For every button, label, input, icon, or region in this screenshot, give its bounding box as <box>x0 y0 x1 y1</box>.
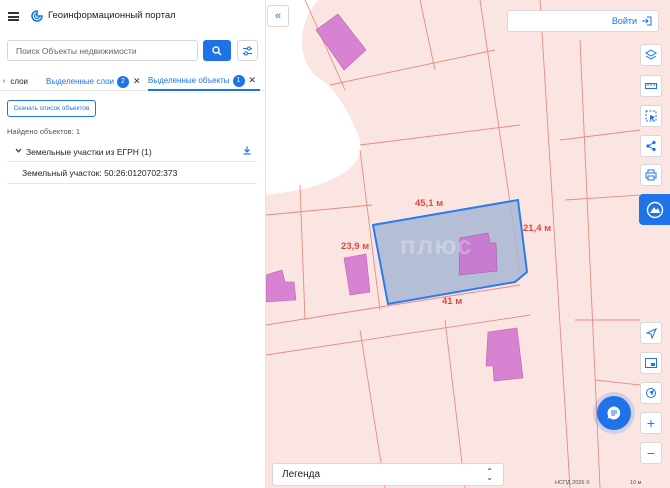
top-bar: Геоинформационный портал <box>0 0 266 34</box>
legend-bar[interactable]: Легенда ⌃ ⌄ <box>272 463 504 486</box>
select-area-button[interactable] <box>640 105 662 127</box>
zoom-in-icon: + <box>646 415 656 431</box>
map-copyright: НСПД 2026 © <box>555 480 590 486</box>
tab-label: Выделенные объекты <box>148 76 230 85</box>
found-count: Найдено объектов: 1 <box>7 127 81 136</box>
divider <box>7 183 257 184</box>
group-label: Земельные участки из ЕГРН (1) <box>26 147 152 157</box>
search-icon <box>212 45 222 56</box>
result-item[interactable]: Земельный участок: 50:26:0120702:373 <box>22 168 177 178</box>
chevron-down-icon[interactable] <box>15 147 22 154</box>
dimension-label-right: 21,4 м <box>523 223 552 234</box>
locate-icon <box>645 327 657 339</box>
tab-label: Выделенные слои <box>46 77 114 86</box>
tab-selected-layers[interactable]: Выделенные слои 2 ✕ <box>46 72 141 91</box>
search-input[interactable] <box>8 41 197 61</box>
filter-button[interactable] <box>237 40 258 61</box>
zoom-out-button[interactable]: − <box>640 442 662 464</box>
tab-layers[interactable]: ‹ слои <box>3 72 28 91</box>
chat-button[interactable] <box>597 396 631 430</box>
minimap-button[interactable] <box>640 352 662 374</box>
tab-badge: 2 <box>117 75 129 88</box>
login-icon <box>642 16 652 26</box>
close-icon[interactable]: ✕ <box>249 75 257 86</box>
print-button[interactable] <box>640 164 662 186</box>
share-icon <box>646 140 656 152</box>
hamburger-icon[interactable] <box>8 12 19 21</box>
dimension-label-bottom: 41 м <box>442 296 463 307</box>
ruler-icon <box>645 83 657 89</box>
expand-collapse-icon[interactable]: ⌃ ⌄ <box>486 468 493 482</box>
download-list-button[interactable]: Скачать список объектов <box>7 100 96 117</box>
tab-label: слои <box>10 77 29 86</box>
tab-badge: 1 <box>232 74 245 87</box>
zoom-out-icon: − <box>646 445 656 461</box>
search-button[interactable] <box>203 40 231 61</box>
measure-button[interactable] <box>640 75 662 97</box>
share-button[interactable] <box>640 135 662 157</box>
dimension-label-top: 45,1 м <box>415 198 444 209</box>
sliders-icon <box>243 46 252 55</box>
login-button[interactable]: Войти <box>507 10 659 32</box>
print-icon <box>645 169 657 181</box>
building-shape <box>485 327 524 382</box>
tab-bar: ‹ слои Выделенные слои 2 ✕ Выделенные об… <box>0 72 266 91</box>
download-icon[interactable] <box>243 146 251 155</box>
layers-icon <box>645 49 657 60</box>
chat-icon <box>607 406 621 420</box>
left-panel: Геоинформационный портал ‹ слои Выделенн… <box>0 0 266 488</box>
layers-button[interactable] <box>640 44 662 66</box>
collapse-panel-button[interactable]: « <box>267 5 289 27</box>
tab-selected-objects[interactable]: Выделенные объекты 1 ✕ <box>148 72 261 91</box>
close-icon[interactable]: ✕ <box>133 76 141 87</box>
geolocation-icon <box>646 388 656 398</box>
zoom-in-button[interactable]: + <box>640 412 662 434</box>
search-box <box>7 40 198 61</box>
dimension-label-left: 23,9 м <box>341 241 370 252</box>
select-area-icon <box>645 110 657 122</box>
chevron-left-icon[interactable]: ‹ <box>3 78 5 85</box>
geolocation-button[interactable] <box>640 382 662 404</box>
app-title: Геоинформационный портал <box>48 10 176 21</box>
legend-label: Легенда <box>282 469 321 480</box>
cadastre-button[interactable] <box>639 194 670 225</box>
locate-button[interactable] <box>640 322 662 344</box>
login-label: Войти <box>611 16 637 26</box>
building-shape <box>266 269 297 303</box>
minimap-icon <box>645 358 657 368</box>
cadastre-active-icon <box>646 201 663 218</box>
scale-bar: 10 м <box>630 480 642 486</box>
building-shape <box>343 253 371 296</box>
result-group[interactable]: Земельные участки из ЕГРН (1) <box>7 142 257 162</box>
portal-logo-icon <box>31 10 43 22</box>
double-chevron-left-icon: « <box>274 10 282 22</box>
watermark: плюс <box>400 230 473 260</box>
